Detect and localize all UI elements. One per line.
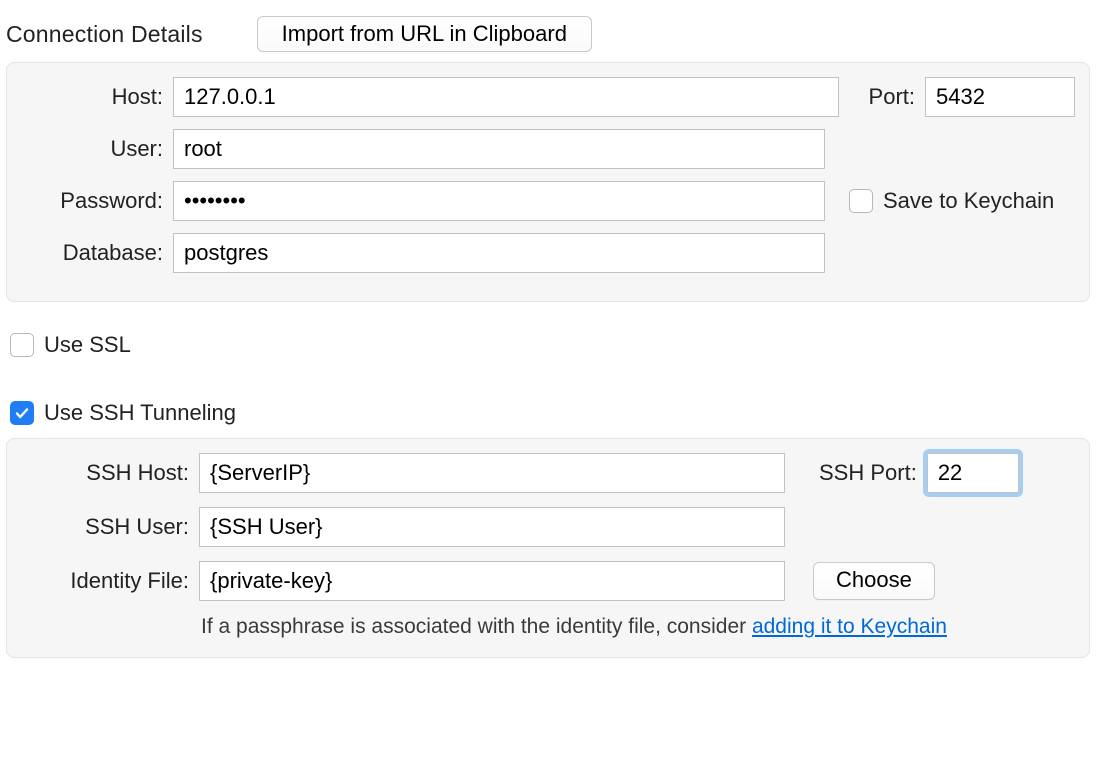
ssh-host-row: SSH Host: SSH Port: xyxy=(21,453,1075,493)
host-row: Host: Port: xyxy=(21,77,1075,117)
ssh-hint-text: If a passphrase is associated with the i… xyxy=(201,615,752,638)
user-row: User: xyxy=(21,129,1075,169)
use-ssh-label: Use SSH Tunneling xyxy=(44,400,236,426)
database-label: Database: xyxy=(21,240,163,266)
port-input[interactable] xyxy=(925,77,1075,117)
ssh-identity-row: Identity File: Choose xyxy=(21,561,1075,601)
ssh-group: SSH Host: SSH Port: SSH User: Identity F… xyxy=(6,438,1090,658)
use-ssl-checkbox[interactable] xyxy=(10,333,34,357)
user-input[interactable] xyxy=(173,129,825,169)
port-label: Port: xyxy=(869,84,915,110)
ssh-identity-input[interactable] xyxy=(199,561,785,601)
host-label: Host: xyxy=(21,84,163,110)
ssh-user-input[interactable] xyxy=(199,507,785,547)
use-ssh-checkbox[interactable] xyxy=(10,401,34,425)
ssh-hint-link[interactable]: adding it to Keychain xyxy=(752,615,947,638)
header-row: Connection Details Import from URL in Cl… xyxy=(6,4,1090,62)
ssh-port-label: SSH Port: xyxy=(819,460,917,486)
password-label: Password: xyxy=(21,188,163,214)
host-input[interactable] xyxy=(173,77,839,117)
use-ssl-label: Use SSL xyxy=(44,332,131,358)
use-ssl-row: Use SSL xyxy=(10,332,1090,358)
ssh-passphrase-hint: If a passphrase is associated with the i… xyxy=(201,615,1075,639)
save-keychain-checkbox[interactable] xyxy=(849,189,873,213)
ssh-user-row: SSH User: xyxy=(21,507,1075,547)
import-from-clipboard-button[interactable]: Import from URL in Clipboard xyxy=(257,16,592,52)
password-input[interactable] xyxy=(173,181,825,221)
ssh-host-label: SSH Host: xyxy=(21,460,189,486)
user-label: User: xyxy=(21,136,163,162)
choose-identity-button[interactable]: Choose xyxy=(813,562,935,600)
connection-settings-pane: Connection Details Import from URL in Cl… xyxy=(0,0,1100,758)
database-input[interactable] xyxy=(173,233,825,273)
save-keychain-label: Save to Keychain xyxy=(883,188,1054,214)
ssh-user-label: SSH User: xyxy=(21,514,189,540)
ssh-identity-label: Identity File: xyxy=(21,568,189,594)
database-row: Database: xyxy=(21,233,1075,273)
ssh-host-input[interactable] xyxy=(199,453,785,493)
save-keychain-wrap: Save to Keychain xyxy=(849,188,1054,214)
password-row: Password: Save to Keychain xyxy=(21,181,1075,221)
connection-details-group: Host: Port: User: Password: Save to Keyc… xyxy=(6,62,1090,302)
use-ssh-row: Use SSH Tunneling xyxy=(10,400,1090,426)
section-title: Connection Details xyxy=(6,21,203,48)
ssh-port-input[interactable] xyxy=(927,453,1019,493)
